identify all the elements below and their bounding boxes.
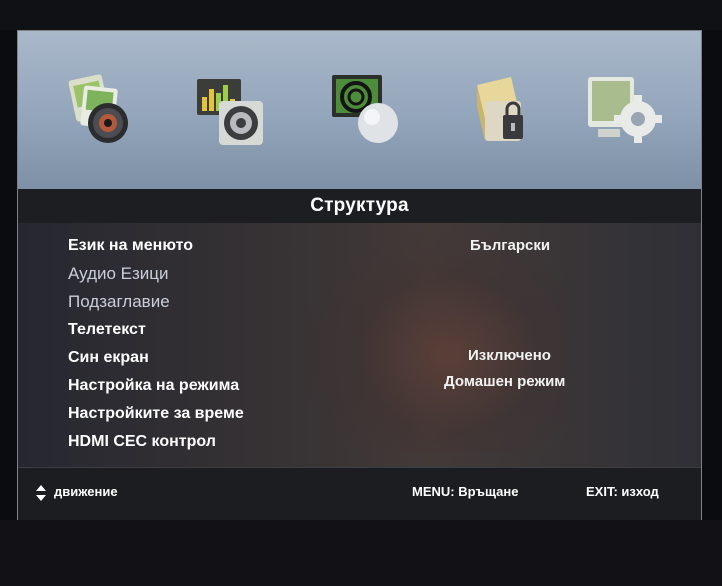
menu-item-mode-setting[interactable]: Настройка на режима bbox=[68, 373, 239, 399]
menu-item-label: Син екран bbox=[68, 349, 149, 366]
settings-list: Език на менюто Български Аудио Езици Под… bbox=[18, 223, 701, 467]
menu-item-teletext[interactable]: Телетекст bbox=[68, 317, 146, 343]
picture-settings-icon[interactable] bbox=[66, 71, 144, 149]
channel-settings-icon[interactable] bbox=[328, 71, 406, 149]
tv-bezel-top bbox=[0, 0, 722, 30]
up-down-arrow-icon bbox=[36, 485, 46, 501]
menu-category-strip bbox=[18, 31, 701, 189]
audio-settings-icon[interactable] bbox=[193, 71, 271, 149]
exit-hint: EXIT: изход bbox=[586, 484, 659, 499]
menu-item-label: Настройките за време bbox=[68, 405, 244, 422]
menu-item-menu-language[interactable]: Език на менюто bbox=[68, 233, 193, 259]
menu-item-label: Подзаглавие bbox=[68, 292, 170, 311]
menu-item-label: Настройка на режима bbox=[68, 377, 240, 394]
setup-settings-icon[interactable] bbox=[584, 71, 662, 149]
tv-bezel-bottom bbox=[0, 520, 722, 586]
menu-item-subtitle[interactable]: Подзаглавие bbox=[68, 289, 170, 315]
menu-item-value-mode-setting: Домашен режим bbox=[444, 373, 566, 390]
menu-item-label: Аудио Езици bbox=[68, 264, 169, 283]
menu-item-hdmi-cec-control[interactable]: HDMI CEC контрол bbox=[68, 429, 216, 455]
menu-footer: движение MENU: Връщане EXIT: изход bbox=[18, 467, 701, 521]
move-hint: движение bbox=[54, 484, 118, 499]
menu-item-value-blue-screen: Изключено bbox=[468, 347, 551, 364]
menu-back-hint: MENU: Връщане bbox=[412, 484, 519, 499]
lock-settings-icon[interactable] bbox=[463, 71, 541, 149]
menu-item-value-menu-language: Български bbox=[470, 237, 551, 254]
menu-item-label: Език на менюто bbox=[68, 237, 193, 254]
menu-item-audio-languages[interactable]: Аудио Езици bbox=[68, 261, 169, 287]
menu-item-blue-screen[interactable]: Син екран bbox=[68, 345, 149, 371]
menu-title: Структура bbox=[310, 195, 409, 216]
tv-screen: Структура Език на менюто Български Аудио… bbox=[17, 30, 702, 522]
menu-item-time-settings[interactable]: Настройките за време bbox=[68, 401, 244, 427]
menu-item-label: Телетекст bbox=[68, 321, 146, 338]
menu-item-label: HDMI CEC контрол bbox=[68, 433, 216, 450]
menu-title-bar: Структура bbox=[18, 189, 701, 223]
